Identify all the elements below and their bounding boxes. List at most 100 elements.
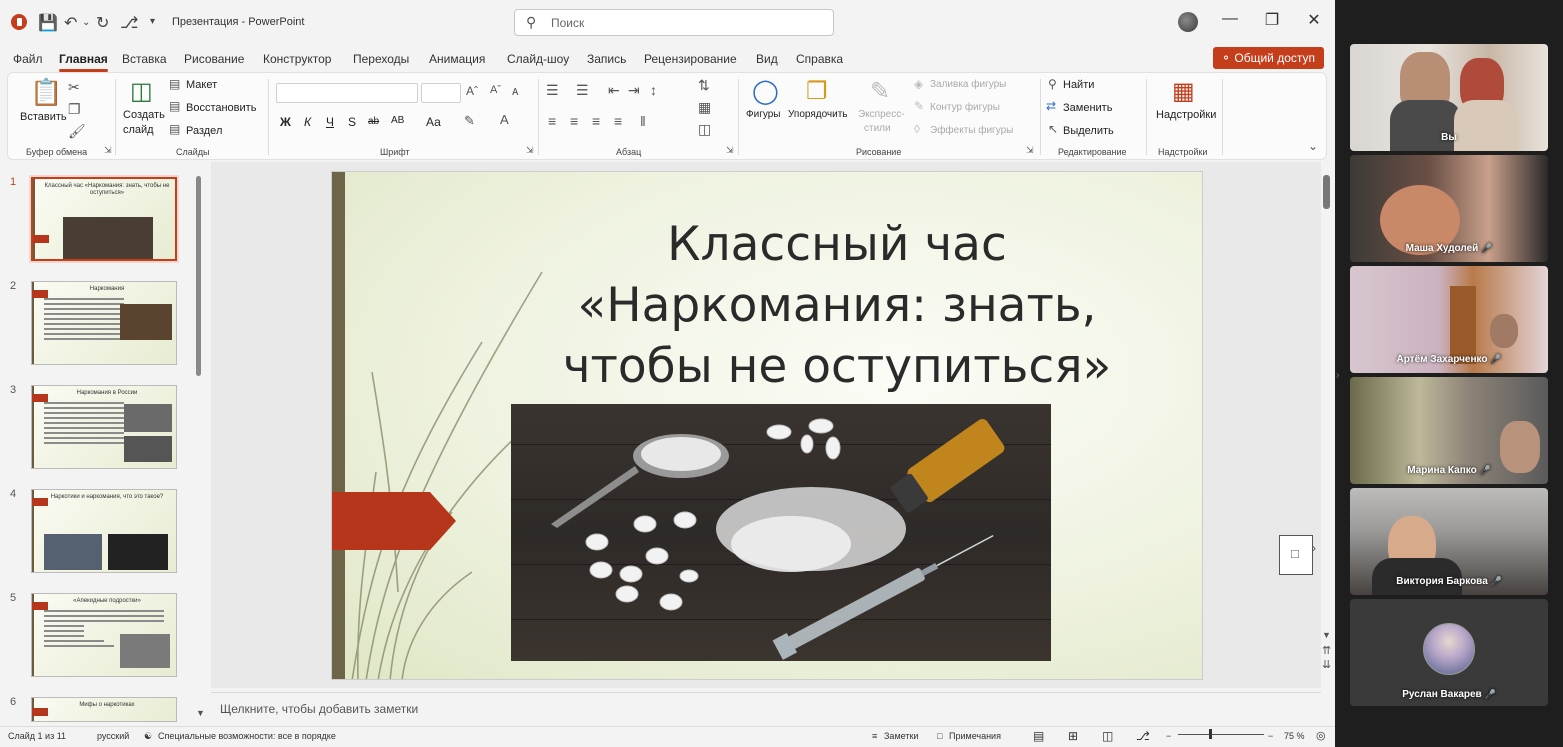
slide-thumbnail-6[interactable]: Мифы о наркотиках [31,697,177,722]
addins-button[interactable]: Надстройки [1156,109,1216,121]
zoom-level[interactable]: 75 % [1284,731,1305,741]
minimize-button[interactable]: — [1218,10,1242,28]
paste-icon[interactable]: 📋 [30,77,62,108]
normal-view-icon[interactable]: ▤ [1033,729,1044,743]
save-icon[interactable]: 💾 [38,13,58,33]
present-icon[interactable]: ⎇ [120,13,138,33]
underline-button[interactable]: Ч [326,115,334,129]
bold-button[interactable]: Ж [280,115,291,129]
previous-slide-icon[interactable]: ⇈ [1322,644,1331,657]
slide-thumbnail-4[interactable]: Наркотики и наркомания, что это такое? [31,489,177,573]
arrange-icon[interactable]: ❐ [806,77,828,106]
font-size-combo[interactable] [421,83,461,103]
scroll-down-icon[interactable]: ▼ [1322,630,1331,640]
align-right-icon[interactable]: ≡ [592,113,600,129]
customize-quick-access-icon[interactable]: ▾ [150,16,155,27]
tab-help[interactable]: Справка [796,52,843,66]
section-button[interactable]: Раздел [186,125,222,137]
tab-design[interactable]: Конструктор [263,52,331,66]
participant-tile[interactable]: Руслан Вакарев 🎤 [1350,599,1548,706]
search-box[interactable]: ⚲ Поиск [514,9,834,36]
participant-tile[interactable]: Артём Захарченко 🎤 [1350,266,1548,373]
slide-thumbnail-1[interactable]: Классный час «Наркомания: знать, чтобы н… [29,175,179,263]
accessibility-status[interactable]: Специальные возможности: все в порядке [158,731,336,741]
zoom-out-icon[interactable]: − [1166,731,1171,741]
shapes-icon[interactable]: ◯ [752,77,779,106]
slide-thumbnail-5[interactable]: «Апекидные подростки» [31,593,177,677]
new-slide-label-1[interactable]: Создать [123,109,165,121]
dialog-launcher-icon[interactable]: ⇲ [526,145,534,156]
current-slide[interactable]: Классный час «Наркомания: знать, чтобы н… [331,171,1203,680]
quick-styles-label-2[interactable]: стили [864,123,891,134]
participant-tile[interactable]: Марина Капко 🎤 [1350,377,1548,484]
reading-view-icon[interactable]: ◫ [1102,729,1113,743]
thumbnails-scrollbar[interactable] [196,176,201,376]
notes-button[interactable]: Заметки [884,731,918,741]
dialog-launcher-icon[interactable]: ⇲ [726,145,734,156]
numbering-icon[interactable]: ☰ [576,82,589,99]
slide-sorter-icon[interactable]: ⊞ [1068,729,1078,743]
increase-indent-icon[interactable]: ⇥ [628,82,640,99]
slide-thumbnail-3[interactable]: Наркомания в России [31,385,177,469]
decrease-indent-icon[interactable]: ⇤ [608,82,620,99]
tab-insert[interactable]: Вставка [122,52,167,66]
zoom-in-icon[interactable]: − [1268,731,1273,741]
format-painter-icon[interactable]: 🖌 [68,123,86,140]
clear-formatting-icon[interactable]: ᴀ [512,83,518,98]
shapes-button[interactable]: Фигуры [746,109,780,120]
share-button[interactable]: ⚬ Общий доступ ⌄ [1213,47,1324,79]
quick-styles-label-1[interactable]: Экспресс- [858,109,905,120]
strikethrough-icon[interactable]: ab [368,116,379,127]
new-slide-icon[interactable]: ◫ [130,77,153,106]
align-center-icon[interactable]: ≡ [570,113,578,129]
slide-title[interactable]: Классный час «Наркомания: знать, чтобы н… [492,214,1182,397]
redo-icon[interactable]: ↻ [96,13,109,33]
tab-transitions[interactable]: Переходы [353,52,409,66]
copilot-pane-button[interactable]: □ [1279,535,1313,575]
participant-tile[interactable]: Виктория Баркова 🎤 [1350,488,1548,595]
tab-home[interactable]: Главная [59,52,108,72]
undo-icon[interactable]: ↶ [64,13,77,33]
collapse-ribbon-icon[interactable]: ⌄ [1308,139,1318,153]
addins-icon[interactable]: ▦ [1172,77,1195,106]
arrange-button[interactable]: Упорядочить [788,109,848,120]
shape-fill-button[interactable]: Заливка фигуры [930,79,1006,90]
thumbnails-scroll-down-icon[interactable]: ▼ [196,708,205,718]
decrease-font-icon[interactable]: Aˇ [490,84,501,96]
select-button[interactable]: Выделить [1063,125,1114,137]
slideshow-icon[interactable]: ⎇ [1136,729,1150,743]
highlight-icon[interactable]: ✎ [464,113,475,129]
font-name-combo[interactable] [276,83,418,103]
fit-slide-icon[interactable]: ◎ [1316,729,1326,742]
notes-pane[interactable]: Щелкните, чтобы добавить заметки [211,692,1321,722]
columns-icon[interactable]: ‖ [640,113,646,129]
tab-slideshow[interactable]: Слайд-шоу [507,52,569,66]
tab-record[interactable]: Запись [587,52,626,66]
bullets-icon[interactable]: ☰ [546,82,559,99]
close-button[interactable]: ✕ [1302,10,1326,30]
comments-button[interactable]: Примечания [949,731,1001,741]
next-slide-icon[interactable]: ⇊ [1322,658,1331,671]
justify-icon[interactable]: ≡ [614,113,622,129]
tab-animations[interactable]: Анимация [429,52,485,66]
smartart-icon[interactable]: ◫ [698,121,711,138]
account-avatar[interactable] [1178,12,1198,32]
slide-scrollbar[interactable] [1323,175,1330,209]
dialog-launcher-icon[interactable]: ⇲ [104,145,112,156]
paste-label[interactable]: Вставить [20,111,67,123]
zoom-slider-thumb[interactable] [1209,729,1212,739]
font-color-icon[interactable]: A [500,112,509,127]
quick-styles-icon[interactable]: ✎ [870,77,890,106]
zoom-slider[interactable] [1178,734,1264,735]
tab-draw[interactable]: Рисование [184,52,244,66]
dialog-launcher-icon[interactable]: ⇲ [1026,145,1034,156]
expand-pane-icon[interactable]: › [1312,541,1316,555]
shape-effects-button[interactable]: Эффекты фигуры [930,125,1013,136]
shape-outline-button[interactable]: Контур фигуры [930,102,1000,113]
char-spacing-button[interactable]: АВ [391,115,404,126]
tab-file[interactable]: Файл [13,52,43,66]
shadow-button[interactable]: S [348,115,356,129]
tab-review[interactable]: Рецензирование [644,52,737,66]
change-case-button[interactable]: Аа [426,115,441,129]
align-text-icon[interactable]: ▦ [698,99,711,116]
